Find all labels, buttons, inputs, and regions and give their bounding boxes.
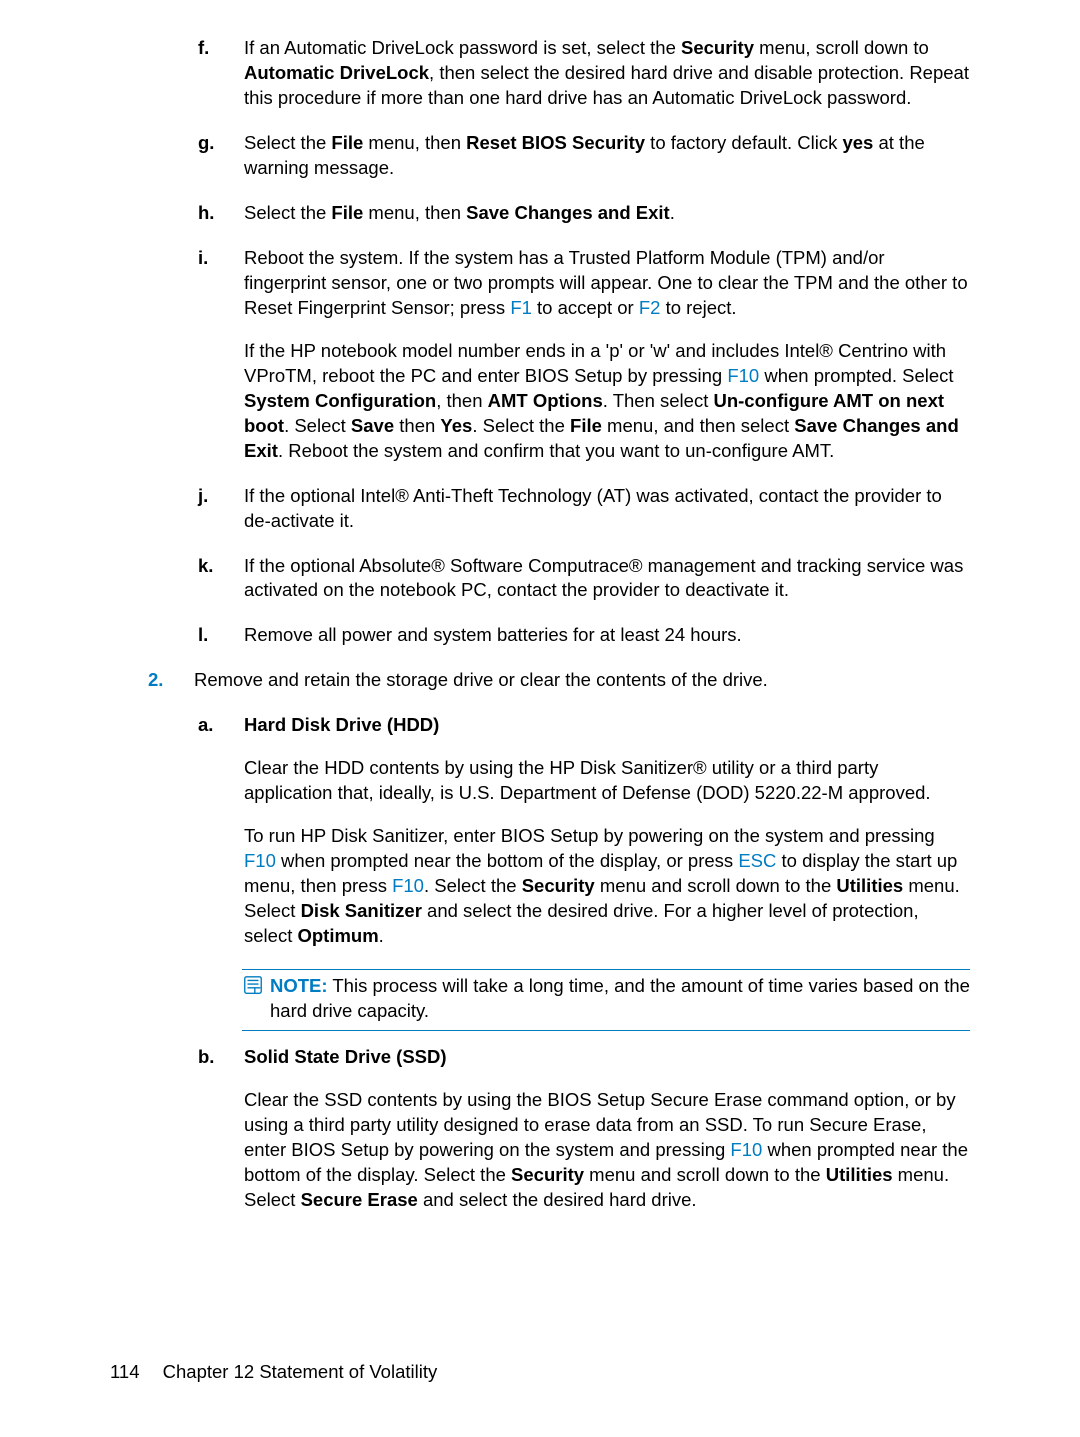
- content-a: Hard Disk Drive (HDD) Clear the HDD cont…: [244, 713, 970, 949]
- text-bold: AMT Options: [488, 390, 603, 411]
- text: . Then select: [603, 390, 714, 411]
- text: To run HP Disk Sanitizer, enter BIOS Set…: [244, 825, 935, 846]
- text: . Select the: [472, 415, 570, 436]
- list-item-l: l. Remove all power and system batteries…: [110, 623, 970, 648]
- content-h: Select the File menu, then Save Changes …: [244, 201, 970, 226]
- kbd-f10: F10: [244, 850, 276, 871]
- heading-hdd: Hard Disk Drive (HDD): [244, 713, 970, 738]
- text-bold: Security: [511, 1164, 584, 1185]
- marker-a: a.: [198, 713, 244, 949]
- text: . Select: [284, 415, 351, 436]
- text: to factory default. Click: [645, 132, 842, 153]
- text-bold: Automatic DriveLock: [244, 62, 429, 83]
- text-bold: yes: [842, 132, 873, 153]
- heading-ssd: Solid State Drive (SSD): [244, 1045, 970, 1070]
- text-bold: Save Changes and Exit: [466, 202, 670, 223]
- text: menu, scroll down to: [754, 37, 929, 58]
- content-g: Select the File menu, then Reset BIOS Se…: [244, 131, 970, 181]
- text-bold: Save: [351, 415, 394, 436]
- note-icon: [242, 974, 264, 996]
- text: , then: [436, 390, 487, 411]
- page-number: 114: [110, 1360, 140, 1385]
- list-item-k: k. If the optional Absolute® Software Co…: [110, 554, 970, 604]
- marker-2: 2.: [148, 668, 194, 693]
- text: when prompted near the bottom of the dis…: [276, 850, 738, 871]
- text: when prompted. Select: [759, 365, 953, 386]
- marker-i: i.: [198, 246, 244, 464]
- text: menu, then: [363, 202, 466, 223]
- list-item-h: h. Select the File menu, then Save Chang…: [110, 201, 970, 226]
- text: . Reboot the system and confirm that you…: [278, 440, 834, 461]
- marker-h: h.: [198, 201, 244, 226]
- page-footer: 114 Chapter 12 Statement of Volatility: [110, 1360, 970, 1385]
- text: menu, and then select: [602, 415, 794, 436]
- text: If the optional Intel® Anti-Theft Techno…: [244, 484, 970, 534]
- text-bold: Security: [681, 37, 754, 58]
- note-text: This process will take a long time, and …: [270, 975, 970, 1021]
- note-label: NOTE:: [270, 975, 328, 996]
- text: . Select the: [424, 875, 522, 896]
- kbd-f10: F10: [730, 1139, 762, 1160]
- text: Select the: [244, 132, 331, 153]
- marker-k: k.: [198, 554, 244, 604]
- list-item-i: i. Reboot the system. If the system has …: [110, 246, 970, 464]
- chapter-title: Chapter 12 Statement of Volatility: [163, 1361, 438, 1382]
- text: Clear the HDD contents by using the HP D…: [244, 756, 970, 806]
- marker-l: l.: [198, 623, 244, 648]
- content-j: If the optional Intel® Anti-Theft Techno…: [244, 484, 970, 534]
- marker-g: g.: [198, 131, 244, 181]
- content-b: Solid State Drive (SSD) Clear the SSD co…: [244, 1045, 970, 1213]
- text-bold: Yes: [440, 415, 472, 436]
- marker-f: f.: [198, 36, 244, 111]
- text: menu and scroll down to the: [595, 875, 837, 896]
- content-i: Reboot the system. If the system has a T…: [244, 246, 970, 464]
- text-bold: Utilities: [826, 1164, 893, 1185]
- kbd-f10: F10: [392, 875, 424, 896]
- text-bold: System Configuration: [244, 390, 436, 411]
- text: menu and scroll down to the: [584, 1164, 826, 1185]
- text: Remove all power and system batteries fo…: [244, 623, 970, 648]
- note-box: NOTE: This process will take a long time…: [242, 969, 970, 1031]
- text: .: [670, 202, 675, 223]
- text: Remove and retain the storage drive or c…: [194, 668, 970, 693]
- text: If an Automatic DriveLock password is se…: [244, 37, 681, 58]
- text-bold: Secure Erase: [301, 1189, 418, 1210]
- marker-b: b.: [198, 1045, 244, 1213]
- text: .: [379, 925, 384, 946]
- kbd-f1: F1: [510, 297, 532, 318]
- text: to reject.: [660, 297, 736, 318]
- content-f: If an Automatic DriveLock password is se…: [244, 36, 970, 111]
- text-bold: Reset BIOS Security: [466, 132, 645, 153]
- text: to accept or: [532, 297, 639, 318]
- text-bold: Disk Sanitizer: [301, 900, 422, 921]
- list-item-a: a. Hard Disk Drive (HDD) Clear the HDD c…: [110, 713, 970, 949]
- note-content: NOTE: This process will take a long time…: [270, 974, 970, 1024]
- list-item-2: 2. Remove and retain the storage drive o…: [110, 668, 970, 693]
- text: then: [394, 415, 440, 436]
- text-bold: Optimum: [297, 925, 378, 946]
- text: menu, then: [363, 132, 466, 153]
- text: If the optional Absolute® Software Compu…: [244, 554, 970, 604]
- text-bold: File: [331, 202, 363, 223]
- marker-j: j.: [198, 484, 244, 534]
- content-l: Remove all power and system batteries fo…: [244, 623, 970, 648]
- text-bold: Security: [522, 875, 595, 896]
- list-item-b: b. Solid State Drive (SSD) Clear the SSD…: [110, 1045, 970, 1213]
- text: Select the: [244, 202, 331, 223]
- text-bold: File: [331, 132, 363, 153]
- text-bold: Utilities: [836, 875, 903, 896]
- text-bold: File: [570, 415, 602, 436]
- list-item-f: f. If an Automatic DriveLock password is…: [110, 36, 970, 111]
- content-k: If the optional Absolute® Software Compu…: [244, 554, 970, 604]
- text: and select the desired hard drive.: [418, 1189, 697, 1210]
- kbd-f10: F10: [727, 365, 759, 386]
- kbd-f2: F2: [639, 297, 661, 318]
- content-2: Remove and retain the storage drive or c…: [194, 668, 970, 693]
- kbd-esc: ESC: [738, 850, 776, 871]
- list-item-g: g. Select the File menu, then Reset BIOS…: [110, 131, 970, 181]
- list-item-j: j. If the optional Intel® Anti-Theft Tec…: [110, 484, 970, 534]
